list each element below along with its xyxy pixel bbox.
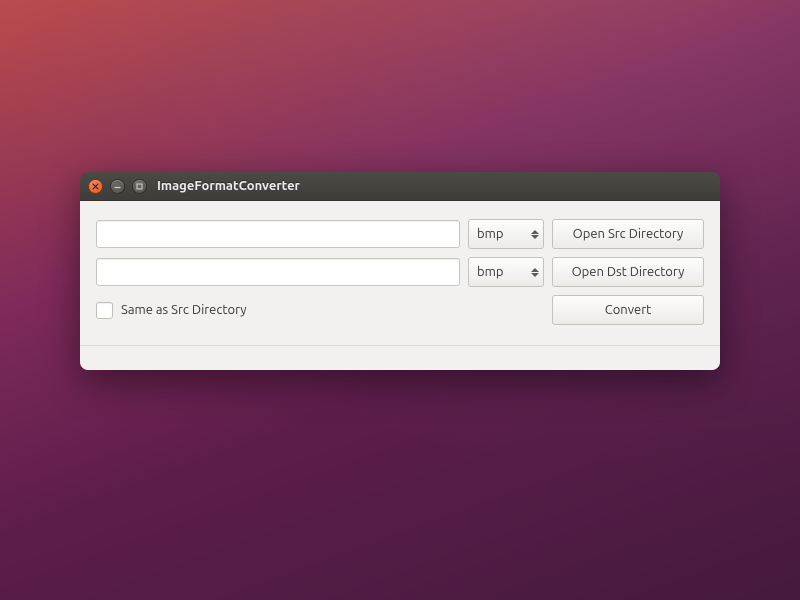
window-client-area: bmp Open Src Directory bmp [80,201,720,370]
checkbox-icon[interactable] [96,302,113,319]
window-title: ImageFormatConverter [157,179,300,193]
button-label: Open Src Directory [573,227,684,241]
checkbox-label: Same as Src Directory [121,303,247,317]
src-format-value: bmp [477,227,503,241]
open-dst-directory-button[interactable]: Open Dst Directory [552,257,704,287]
same-as-src-checkbox-wrap[interactable]: Same as Src Directory [96,302,247,319]
minimize-icon[interactable] [110,179,125,194]
titlebar: ImageFormatConverter [80,172,720,201]
desktop-wallpaper: ImageFormatConverter bmp Open Src Direct… [0,0,800,600]
dst-format-value: bmp [477,265,503,279]
src-row: bmp Open Src Directory [96,219,704,249]
statusbar [96,346,704,360]
open-src-directory-button[interactable]: Open Src Directory [552,219,704,249]
spinner-icon [531,268,539,277]
button-label: Open Dst Directory [572,265,685,279]
spinner-icon [531,230,539,239]
src-directory-input[interactable] [96,220,460,248]
src-format-select[interactable]: bmp [468,219,544,249]
dst-directory-input[interactable] [96,258,460,286]
close-icon[interactable] [88,179,103,194]
maximize-icon[interactable] [132,179,147,194]
options-row: Same as Src Directory Convert [96,295,704,325]
button-label: Convert [605,303,652,317]
window-controls [88,179,147,194]
convert-button[interactable]: Convert [552,295,704,325]
dst-format-select[interactable]: bmp [468,257,544,287]
app-window: ImageFormatConverter bmp Open Src Direct… [80,172,720,370]
dst-row: bmp Open Dst Directory [96,257,704,287]
